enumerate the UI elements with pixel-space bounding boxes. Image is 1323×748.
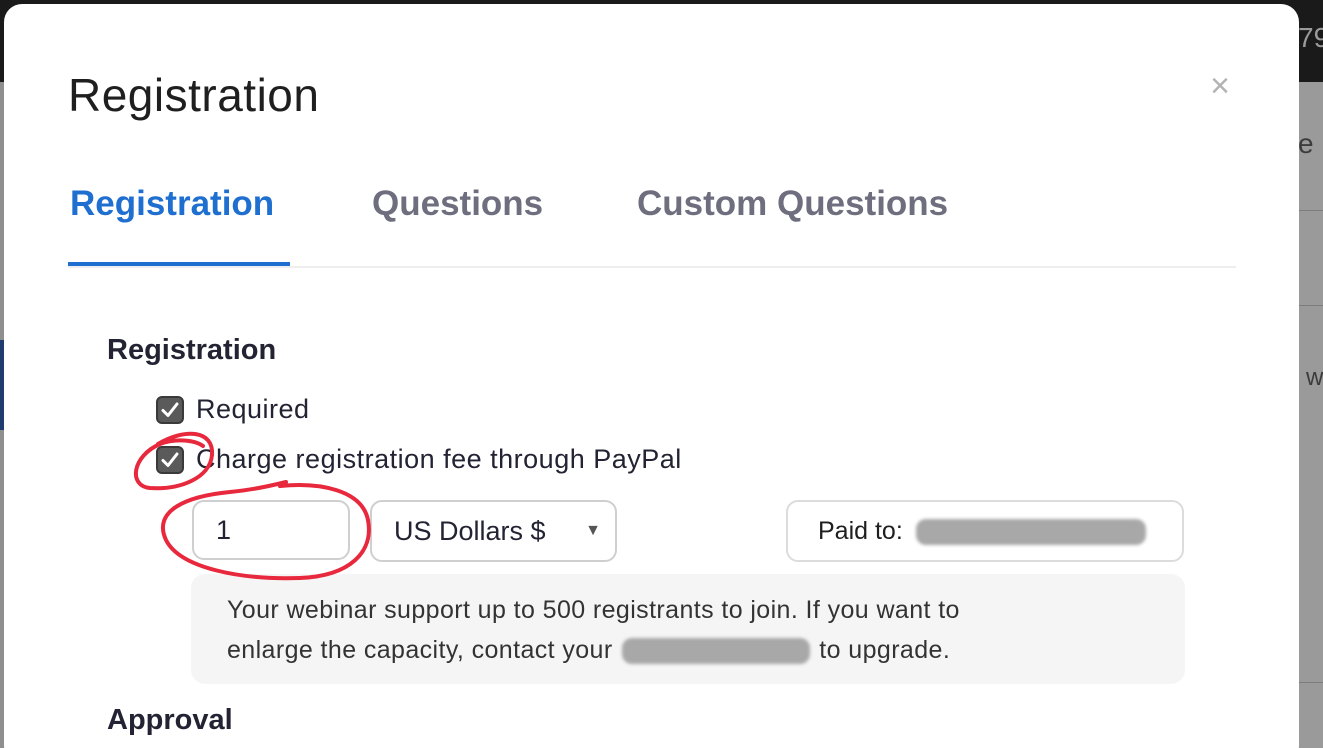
- approval-section-title: Approval: [107, 704, 233, 736]
- redacted-account-link: [621, 638, 810, 665]
- dropdown-arrow-icon: ▼: [585, 522, 601, 539]
- required-option: Required: [156, 394, 310, 425]
- fee-amount-input[interactable]: 1: [192, 500, 350, 560]
- required-checkbox[interactable]: [156, 395, 184, 424]
- paid-to-label: Paid to:: [818, 517, 903, 545]
- tab-registration[interactable]: Registration: [70, 184, 274, 224]
- checkmark-icon: [161, 402, 179, 417]
- active-tab-indicator: [68, 262, 290, 266]
- checkmark-icon: [161, 452, 179, 467]
- tab-questions[interactable]: Questions: [372, 184, 543, 224]
- charge-fee-label: Charge registration fee through PayPal: [196, 444, 682, 474]
- modal-title: Registration: [68, 69, 320, 121]
- backdrop-text-fragment: 79: [1298, 22, 1323, 53]
- charge-fee-option: Charge registration fee through PayPal: [156, 444, 682, 475]
- currency-value: US Dollars $: [394, 516, 546, 546]
- info-text-line-2-end: to upgrade.: [819, 636, 951, 664]
- info-text-line-2-start: enlarge the capacity, contact your: [227, 636, 613, 664]
- backdrop-text-fragment: w: [1306, 364, 1323, 391]
- close-button[interactable]: ×: [1204, 67, 1236, 105]
- redacted-email: [915, 519, 1146, 546]
- paid-to-field: Paid to:: [786, 500, 1184, 562]
- tab-bar: Registration Questions Custom Questions: [68, 180, 1236, 268]
- capacity-info-box: Your webinar support up to 500 registran…: [191, 574, 1185, 684]
- registration-modal: Registration × Registration Questions Cu…: [4, 4, 1299, 748]
- info-text-line-2: enlarge the capacity, contact your to up…: [227, 630, 1149, 670]
- registration-section-title: Registration: [107, 334, 277, 366]
- backdrop-text-fragment: e: [1298, 128, 1314, 159]
- charge-fee-checkbox[interactable]: [156, 445, 184, 474]
- tab-custom-questions[interactable]: Custom Questions: [637, 184, 948, 224]
- required-label: Required: [196, 394, 310, 424]
- close-icon: ×: [1210, 67, 1230, 105]
- info-text-line-1: Your webinar support up to 500 registran…: [227, 596, 960, 624]
- currency-select[interactable]: US Dollars $ ▼: [370, 500, 617, 562]
